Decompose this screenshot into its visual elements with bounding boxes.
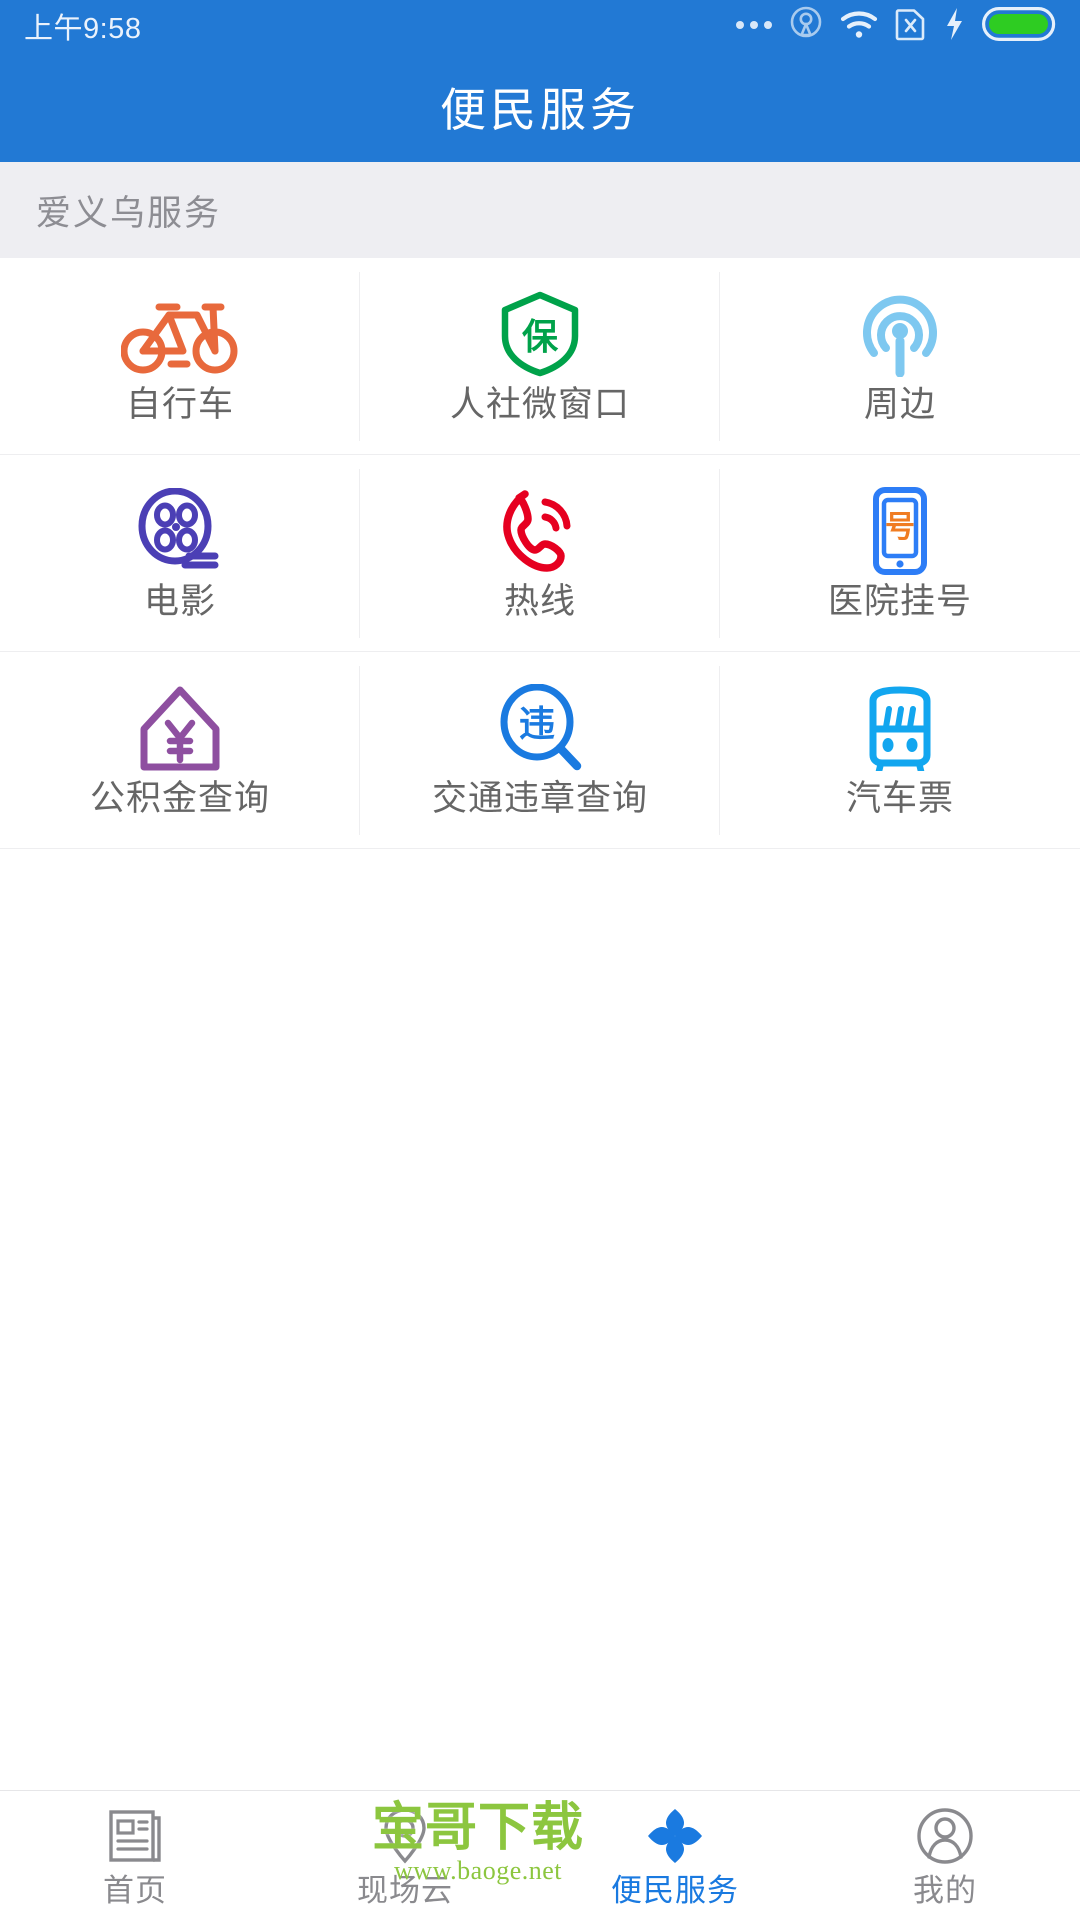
grid-item-label: 交通违章查询 (431, 779, 648, 818)
status-bar: 上午9:58 (0, 0, 1080, 52)
grid-item-label: 热线 (503, 582, 576, 621)
grid-item-hospital-register[interactable]: 号 医院挂号 (720, 455, 1080, 652)
grid-item-renshe-window[interactable]: 保 人社微窗口 (360, 258, 720, 455)
tab-label: 首页 (103, 1873, 167, 1908)
app-screen: 上午9:58 便民服务 爱义乌服务 自行车 保 人社微窗口 周边 电影 热线 号… (0, 0, 1080, 1920)
grid-item-label: 周边 (863, 385, 936, 424)
magnifier-wei-icon: 违 (497, 684, 583, 771)
newspaper-icon (107, 1805, 163, 1867)
grid-item-traffic-violation[interactable]: 违 交通违章查询 (360, 652, 720, 849)
grid-item-label: 人社微窗口 (449, 385, 630, 424)
charging-bolt-icon (943, 6, 965, 47)
grid-item-movie[interactable]: 电影 (0, 455, 360, 652)
location-broadcast-icon (789, 6, 823, 47)
grid-item-label: 公积金查询 (89, 779, 270, 818)
person-icon (916, 1805, 974, 1867)
tab-mine[interactable]: 我的 (810, 1791, 1080, 1920)
tab-live-cloud[interactable]: 现场云 (270, 1791, 540, 1920)
film-reel-icon (137, 488, 223, 574)
app-bar: 便民服务 (0, 52, 1080, 162)
more-dots-icon (736, 21, 772, 31)
svg-text:号: 号 (885, 510, 915, 545)
grid-item-bicycle[interactable]: 自行车 (0, 258, 360, 455)
tab-label: 我的 (913, 1873, 977, 1908)
status-icons (736, 6, 1056, 47)
shield-bao-icon: 保 (499, 291, 581, 377)
service-grid: 自行车 保 人社微窗口 周边 电影 热线 号 医院挂号 公积金查询 违 交通违章… (0, 258, 1080, 849)
grid-item-label: 自行车 (125, 385, 234, 424)
service-logo-icon (646, 1805, 704, 1867)
tab-home[interactable]: 首页 (0, 1791, 270, 1920)
phone-ringing-icon (495, 488, 585, 574)
battery-full-icon (982, 6, 1056, 46)
tab-citizen-service[interactable]: 便民服务 (540, 1791, 810, 1920)
page-title: 便民服务 (440, 84, 640, 136)
grid-item-hotline[interactable]: 热线 (360, 455, 720, 652)
status-time: 上午9:58 (24, 13, 142, 45)
bottom-tab-bar: 首页 现场云 便民服务 我的 (0, 1790, 1080, 1920)
tab-label: 便民服务 (611, 1873, 739, 1908)
house-yuan-icon (138, 685, 222, 771)
wifi-icon (840, 9, 878, 44)
section-header: 爱义乌服务 (0, 162, 1080, 258)
svg-text:违: 违 (519, 704, 555, 745)
grid-item-bus-ticket[interactable]: 汽车票 (720, 652, 1080, 849)
sim-card-no-signal-icon (895, 6, 926, 47)
section-header-label: 爱义乌服务 (36, 193, 222, 233)
grid-item-label: 汽车票 (845, 779, 954, 818)
bicycle-icon (121, 291, 239, 377)
grid-item-label: 医院挂号 (827, 582, 972, 621)
broadcast-signal-icon (857, 291, 943, 377)
grid-item-label: 电影 (143, 582, 216, 621)
phone-number-ticket-icon: 号 (865, 487, 935, 575)
grid-item-nearby[interactable]: 周边 (720, 258, 1080, 455)
bus-icon (860, 685, 940, 771)
tab-label: 现场云 (357, 1873, 453, 1908)
location-pin-icon (381, 1805, 429, 1867)
svg-text:保: 保 (522, 317, 559, 358)
grid-item-housing-fund[interactable]: 公积金查询 (0, 652, 360, 849)
